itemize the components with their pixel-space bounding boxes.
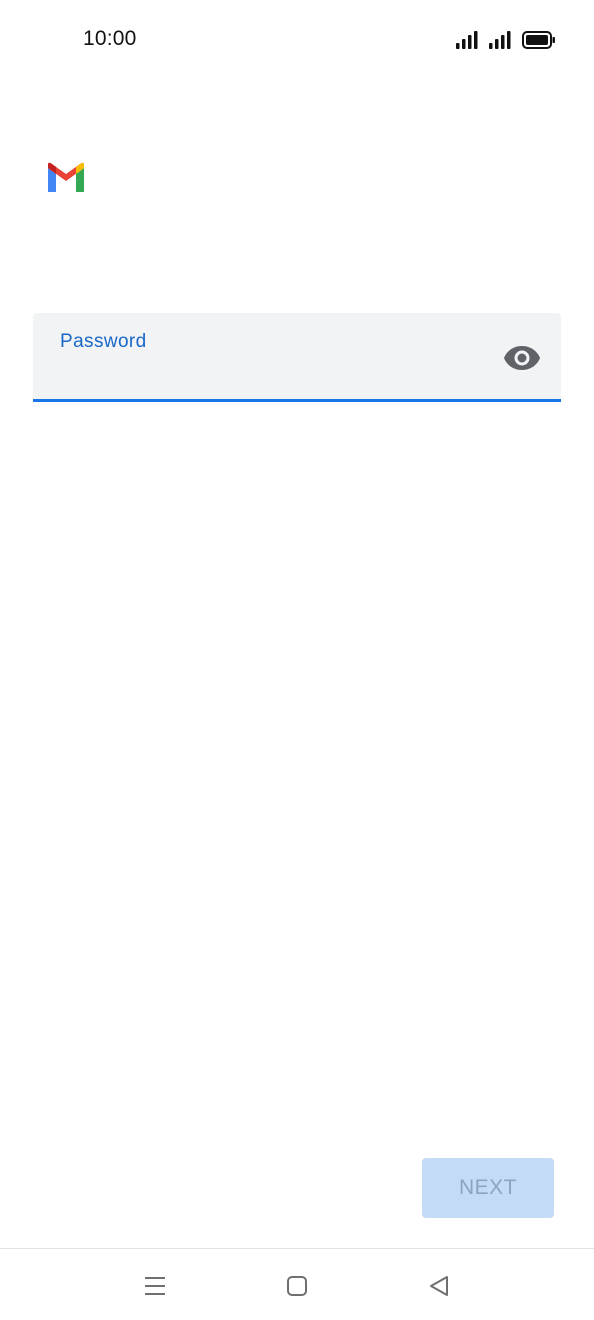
menu-icon bbox=[145, 1277, 165, 1295]
battery-icon bbox=[522, 31, 555, 49]
status-icons bbox=[456, 29, 556, 51]
next-button[interactable]: NEXT bbox=[422, 1158, 554, 1218]
home-icon bbox=[287, 1276, 307, 1296]
password-label: Password bbox=[60, 331, 147, 352]
password-visibility-toggle[interactable] bbox=[503, 343, 541, 373]
nav-back-button[interactable] bbox=[424, 1271, 454, 1301]
nav-menu-button[interactable] bbox=[140, 1271, 170, 1301]
password-input[interactable] bbox=[60, 361, 500, 389]
gmail-logo-icon bbox=[48, 162, 84, 192]
navigation-bar bbox=[0, 1248, 594, 1320]
signal-icon bbox=[456, 31, 478, 49]
password-field[interactable]: Password bbox=[33, 313, 561, 402]
signal-icon bbox=[489, 31, 511, 49]
eye-icon bbox=[504, 346, 540, 370]
status-bar: 10:00 bbox=[0, 0, 594, 80]
nav-home-button[interactable] bbox=[282, 1271, 312, 1301]
status-time: 10:00 bbox=[83, 27, 137, 50]
back-icon bbox=[430, 1276, 448, 1296]
